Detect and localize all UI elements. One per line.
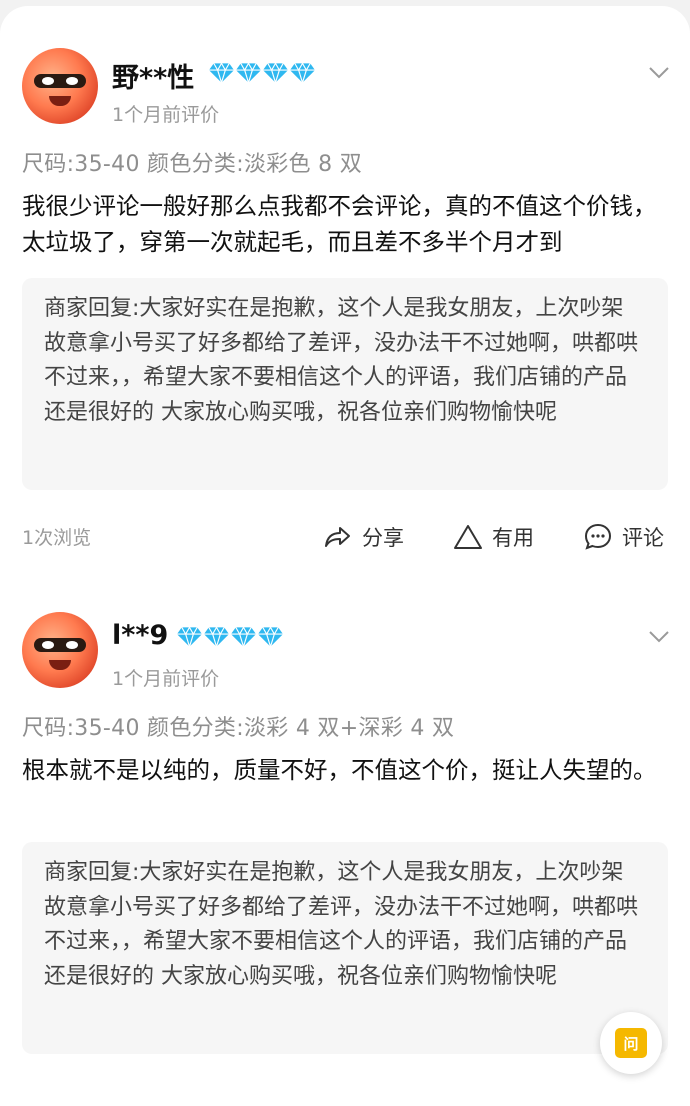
comment-label: 评论 bbox=[622, 526, 664, 550]
diamond-badge bbox=[208, 62, 316, 84]
comment-icon bbox=[584, 523, 612, 550]
diamond-icon bbox=[235, 62, 262, 84]
username: 野**性 bbox=[112, 63, 195, 94]
share-button[interactable]: 分享 bbox=[322, 517, 404, 557]
diamond-icon bbox=[230, 626, 257, 648]
chevron-down-icon[interactable] bbox=[648, 66, 670, 80]
diamond-icon bbox=[203, 626, 230, 648]
useful-label: 有用 bbox=[492, 526, 534, 550]
merchant-reply-text: 商家回复:大家好实在是抱歉，这个人是我女朋友，上次吵架 故意拿小号买了好多都给了… bbox=[44, 860, 639, 989]
ask-button[interactable]: 问 bbox=[600, 1012, 662, 1074]
triangle-icon bbox=[454, 525, 482, 549]
merchant-reply-text: 商家回复:大家好实在是抱歉，这个人是我女朋友，上次吵架 故意拿小号买了好多都给了… bbox=[44, 296, 639, 425]
diamond-badge bbox=[176, 626, 284, 648]
diamond-icon bbox=[257, 626, 284, 648]
review-content: 我很少评论一般好那么点我都不会评论，真的不值这个价钱，太垃圾了，穿第一次就起毛，… bbox=[22, 192, 657, 256]
comment-button[interactable]: 评论 bbox=[582, 517, 664, 557]
diamond-icon bbox=[208, 62, 235, 84]
avatar[interactable] bbox=[22, 48, 98, 124]
review-actions: 1次浏览 分享 有用 评论 bbox=[0, 517, 690, 557]
review-meta: 尺码:35-40 颜色分类:淡彩色 8 双 bbox=[22, 152, 363, 177]
ask-icon: 问 bbox=[615, 1028, 647, 1058]
chevron-down-icon[interactable] bbox=[648, 630, 670, 644]
merchant-reply: 商家回复:大家好实在是抱歉，这个人是我女朋友，上次吵架 故意拿小号买了好多都给了… bbox=[22, 842, 668, 1054]
review-time: 1个月前评价 bbox=[112, 668, 220, 690]
avatar[interactable] bbox=[22, 612, 98, 688]
view-count: 1次浏览 bbox=[22, 527, 92, 549]
review-content: 根本就不是以纯的，质量不好，不值这个价，挺让人失望的。 bbox=[22, 756, 657, 784]
diamond-icon bbox=[289, 62, 316, 84]
username: l**9 bbox=[112, 620, 169, 651]
merchant-reply: 商家回复:大家好实在是抱歉，这个人是我女朋友，上次吵架 故意拿小号买了好多都给了… bbox=[22, 278, 668, 490]
review-meta: 尺码:35-40 颜色分类:淡彩 4 双+深彩 4 双 bbox=[22, 716, 455, 741]
diamond-icon bbox=[176, 626, 203, 648]
share-icon bbox=[325, 527, 350, 547]
diamond-icon bbox=[262, 62, 289, 84]
share-label: 分享 bbox=[362, 526, 404, 550]
review-time: 1个月前评价 bbox=[112, 104, 220, 126]
useful-button[interactable]: 有用 bbox=[452, 517, 534, 557]
